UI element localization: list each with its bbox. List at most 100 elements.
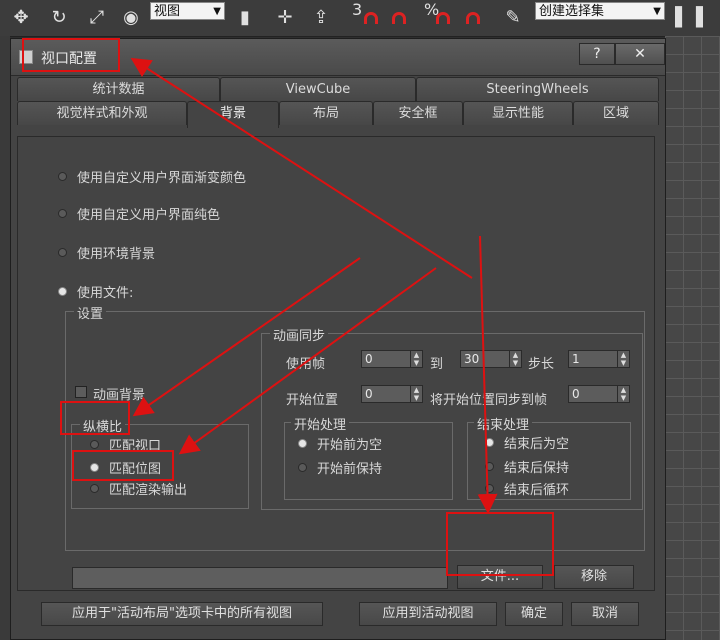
tab-safe-frame[interactable]: 安全框 xyxy=(373,101,463,125)
snap-magnet-icon[interactable] xyxy=(364,12,378,24)
edit-named-selection-icon[interactable]: ✎ xyxy=(500,4,526,30)
radio-start-hold[interactable] xyxy=(298,463,307,472)
chevron-down-icon: ▼ xyxy=(653,6,661,17)
start-blank-option[interactable]: 开始前为空 xyxy=(298,434,382,453)
animate-background-checkbox[interactable] xyxy=(75,386,87,398)
end-blank-label: 结束后为空 xyxy=(504,437,570,452)
radio-end-loop[interactable] xyxy=(485,484,494,493)
named-selection-select[interactable]: 创建选择集 ▼ xyxy=(535,2,665,20)
angle-snap-icon[interactable] xyxy=(392,12,406,24)
chevron-down-icon: ▼ xyxy=(213,6,221,17)
file-button[interactable]: 文件... xyxy=(457,565,543,589)
select-place-icon[interactable]: ◉ xyxy=(118,4,144,30)
step-spinner[interactable]: 1 ▲ ▼ xyxy=(568,350,630,368)
percent-snap-icon[interactable] xyxy=(436,12,450,24)
apply-active-view-button[interactable]: 应用到活动视图 xyxy=(359,602,497,626)
aspect-match-viewport-label: 匹配视口 xyxy=(109,439,162,454)
start-position-value: 0 xyxy=(365,387,373,401)
radio-solid[interactable] xyxy=(58,209,67,218)
tab-background[interactable]: 背景 xyxy=(187,101,279,128)
end-hold-option[interactable]: 结束后保持 xyxy=(485,457,569,476)
rotate-icon[interactable]: ↻ xyxy=(46,4,72,30)
bg-option-solid[interactable]: 使用自定义用户界面纯色 xyxy=(58,204,220,223)
tab-viewcube[interactable]: ViewCube xyxy=(220,77,416,101)
bg-option-gradient-label: 使用自定义用户界面渐变颜色 xyxy=(77,171,247,186)
dialog-titlebar[interactable]: 视口配置 ? ✕ xyxy=(11,39,665,76)
start-position-spinner[interactable]: 0 ▲ ▼ xyxy=(361,385,423,403)
start-hold-option[interactable]: 开始前保持 xyxy=(298,458,382,477)
tab-regions[interactable]: 区域 xyxy=(573,101,659,125)
radio-match-bitmap[interactable] xyxy=(90,463,99,472)
spinner-arrows-icon[interactable]: ▲ ▼ xyxy=(509,351,521,367)
snap-toggle-label[interactable]: 3 xyxy=(352,0,362,19)
cancel-button[interactable]: 取消 xyxy=(571,602,639,626)
background-tab-panel: 使用自定义用户界面渐变颜色 使用自定义用户界面纯色 使用环境背景 使用文件: 设… xyxy=(17,136,655,591)
use-frame-from-value: 0 xyxy=(365,352,373,366)
radio-use-file[interactable] xyxy=(58,287,67,296)
spinner-arrows-icon[interactable]: ▲ ▼ xyxy=(410,386,422,402)
dialog-title: 视口配置 xyxy=(41,51,97,67)
keyboard-shortcut-icon[interactable]: ⇪ xyxy=(308,4,334,30)
bg-option-environment-label: 使用环境背景 xyxy=(77,247,156,262)
radio-gradient[interactable] xyxy=(58,172,67,181)
close-button[interactable]: ✕ xyxy=(615,43,665,65)
radio-end-hold[interactable] xyxy=(485,462,494,471)
start-hold-label: 开始前保持 xyxy=(317,462,383,477)
sync-start-label: 将开始位置同步到帧 xyxy=(430,393,548,408)
use-frame-to-value: 30 xyxy=(464,352,480,366)
reference-coord-select[interactable]: 视图 ▼ xyxy=(150,2,225,20)
bg-option-file-label: 使用文件: xyxy=(77,286,134,301)
main-toolbar: ✥ ↻ ⤢ ◉ 视图 ▼ ▮ ✛ ⇪ 3 % ✎ 创建选择集 ▼ ▌▐ xyxy=(0,0,720,37)
spinner-arrows-icon[interactable]: ▲ ▼ xyxy=(617,386,629,402)
end-blank-option[interactable]: 结束后为空 xyxy=(485,433,569,452)
apply-all-views-button[interactable]: 应用于"活动布局"选项卡中的所有视图 xyxy=(41,602,323,626)
aspect-match-viewport[interactable]: 匹配视口 xyxy=(90,435,161,454)
start-blank-label: 开始前为空 xyxy=(317,438,383,453)
tab-display-performance[interactable]: 显示性能 xyxy=(463,101,573,125)
end-loop-option[interactable]: 结束后循环 xyxy=(485,479,569,498)
help-button[interactable]: ? xyxy=(579,43,615,65)
aspect-match-render-label: 匹配渲染输出 xyxy=(109,483,188,498)
radio-match-viewport[interactable] xyxy=(90,440,99,449)
bg-option-solid-label: 使用自定义用户界面纯色 xyxy=(77,208,221,223)
bg-option-file[interactable]: 使用文件: xyxy=(58,282,133,301)
named-selection-value: 创建选择集 xyxy=(539,4,605,19)
aspect-match-render[interactable]: 匹配渲染输出 xyxy=(90,479,187,498)
use-frame-from-spinner[interactable]: 0 ▲ ▼ xyxy=(361,350,423,368)
move-icon[interactable]: ✥ xyxy=(8,4,34,30)
select-manipulate-icon[interactable]: ✛ xyxy=(272,4,298,30)
tab-steeringwheels[interactable]: SteeringWheels xyxy=(416,77,659,101)
remove-button[interactable]: 移除 xyxy=(554,565,634,589)
end-hold-label: 结束后保持 xyxy=(504,461,570,476)
aspect-match-bitmap-label: 匹配位图 xyxy=(109,462,162,477)
radio-environment[interactable] xyxy=(58,248,67,257)
bg-option-environment[interactable]: 使用环境背景 xyxy=(58,243,155,262)
pivot-icon[interactable]: ▮ xyxy=(232,4,258,30)
spinner-snap-icon[interactable] xyxy=(466,12,480,24)
tab-statistics[interactable]: 统计数据 xyxy=(17,77,220,101)
ok-button[interactable]: 确定 xyxy=(505,602,563,626)
use-frame-label: 使用帧 xyxy=(286,357,326,372)
reference-coord-value: 视图 xyxy=(154,4,181,19)
spinner-arrows-icon[interactable]: ▲ ▼ xyxy=(617,351,629,367)
file-path-field[interactable] xyxy=(72,567,448,589)
mirror-icon[interactable]: ▌▐ xyxy=(675,4,703,30)
tab-layout[interactable]: 布局 xyxy=(279,101,373,125)
sync-start-spinner[interactable]: 0 ▲ ▼ xyxy=(568,385,630,403)
step-value: 1 xyxy=(572,352,580,366)
bg-option-gradient[interactable]: 使用自定义用户界面渐变颜色 xyxy=(58,167,246,186)
use-frame-to-spinner[interactable]: 30 ▲ ▼ xyxy=(460,350,522,368)
radio-start-blank[interactable] xyxy=(298,439,307,448)
radio-match-render[interactable] xyxy=(90,484,99,493)
settings-group-label: 设置 xyxy=(74,303,107,322)
scale-icon[interactable]: ⤢ xyxy=(84,4,110,30)
radio-end-blank[interactable] xyxy=(485,438,494,447)
tab-visual-style[interactable]: 视觉样式和外观 xyxy=(17,101,187,125)
spinner-arrows-icon[interactable]: ▲ ▼ xyxy=(410,351,422,367)
start-processing-label: 开始处理 xyxy=(291,414,350,433)
dialog-app-icon xyxy=(19,50,33,64)
start-position-label: 开始位置 xyxy=(286,393,339,408)
aspect-match-bitmap[interactable]: 匹配位图 xyxy=(90,458,161,477)
end-loop-label: 结束后循环 xyxy=(504,483,570,498)
animate-background-label: 动画背景 xyxy=(93,388,146,403)
